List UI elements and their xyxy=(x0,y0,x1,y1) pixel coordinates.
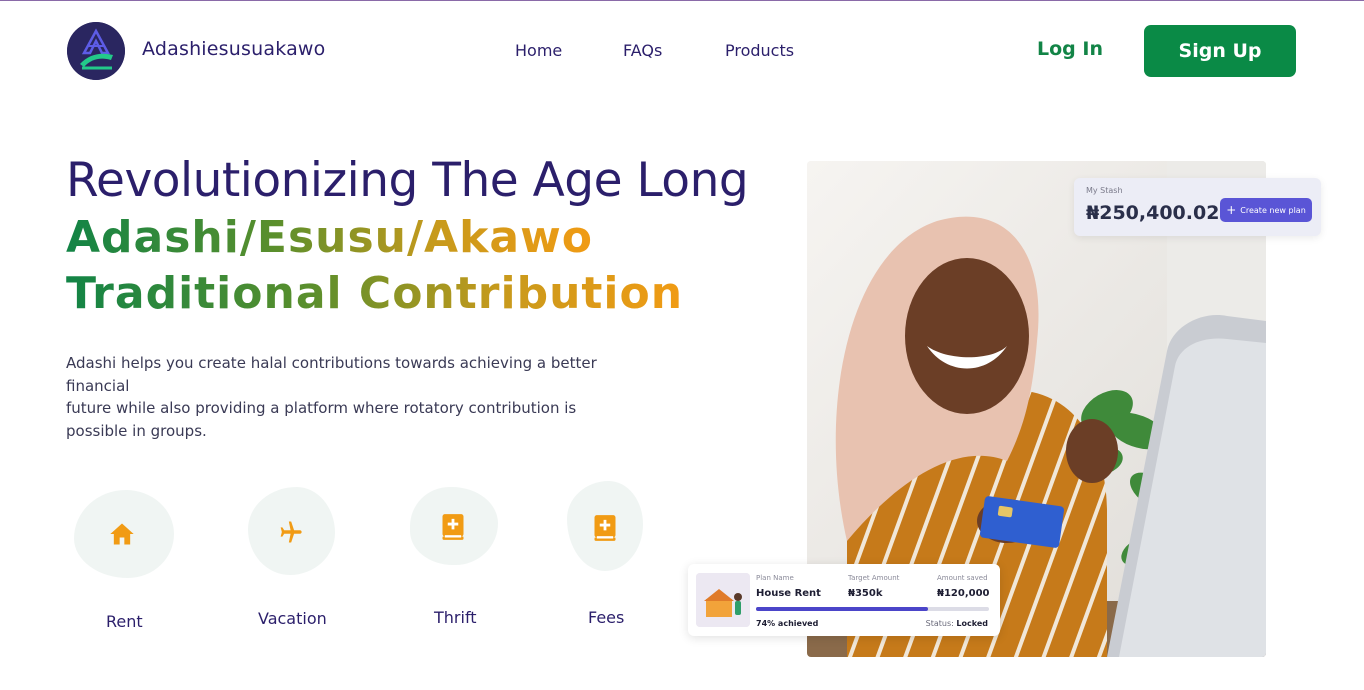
brand-name[interactable]: Adashiesusuakawo xyxy=(142,38,325,60)
nav-faqs[interactable]: FAQs xyxy=(623,41,662,60)
login-link[interactable]: Log In xyxy=(1037,38,1103,60)
plan-illustration xyxy=(696,573,750,627)
book-plus-icon xyxy=(592,514,618,549)
top-border-line xyxy=(0,0,1364,1)
hero-description: Adashi helps you create halal contributi… xyxy=(66,352,626,442)
plan-status: Status: Locked xyxy=(926,619,988,628)
plus-icon: + xyxy=(1226,203,1237,217)
stash-label: My Stash xyxy=(1086,186,1123,195)
plan-progress-fill xyxy=(756,607,929,611)
hero-description-line: Adashi helps you create halal contributi… xyxy=(66,354,597,395)
nav-products[interactable]: Products xyxy=(725,41,794,60)
hero-title-line2: Adashi/Esusu/Akawo xyxy=(66,212,593,263)
target-amount-value: ₦350k xyxy=(848,588,883,599)
book-plus-icon xyxy=(440,513,466,548)
hero-description-line: future while also providing a platform w… xyxy=(66,399,577,417)
plan-name-value: House Rent xyxy=(756,588,821,599)
stash-amount: ₦250,400.02 xyxy=(1086,202,1220,224)
category-label-rent: Rent xyxy=(106,612,143,631)
category-label-fees: Fees xyxy=(588,608,625,627)
plan-name-header: Plan Name xyxy=(756,574,794,582)
house-icon xyxy=(108,520,136,555)
nav-home[interactable]: Home xyxy=(515,41,562,60)
hero-title-line3: Traditional Contribution xyxy=(66,268,684,319)
create-new-plan-label: Create new plan xyxy=(1240,205,1306,215)
category-label-vacation: Vacation xyxy=(258,609,327,628)
plan-card: Plan Name House Rent Target Amount ₦350k… xyxy=(688,564,1000,636)
target-amount-header: Target Amount xyxy=(848,574,900,582)
plan-status-value: Locked xyxy=(956,619,988,628)
logo-icon[interactable] xyxy=(67,22,125,80)
plan-status-label: Status: xyxy=(925,619,954,628)
amount-saved-header: Amount saved xyxy=(937,574,988,582)
amount-saved-value: ₦120,000 xyxy=(937,588,990,599)
category-label-thrift: Thrift xyxy=(434,608,477,627)
plan-achieved-text: 74% achieved xyxy=(756,619,819,628)
hero-title-line1: Revolutionizing The Age Long xyxy=(66,153,749,208)
airplane-icon xyxy=(276,518,304,553)
create-new-plan-button[interactable]: + Create new plan xyxy=(1220,198,1312,222)
plan-progress-bar xyxy=(756,607,989,611)
signup-button[interactable]: Sign Up xyxy=(1144,25,1296,77)
stash-card: My Stash ₦250,400.02 + Create new plan xyxy=(1074,178,1321,236)
hero-description-line: possible in groups. xyxy=(66,421,207,440)
